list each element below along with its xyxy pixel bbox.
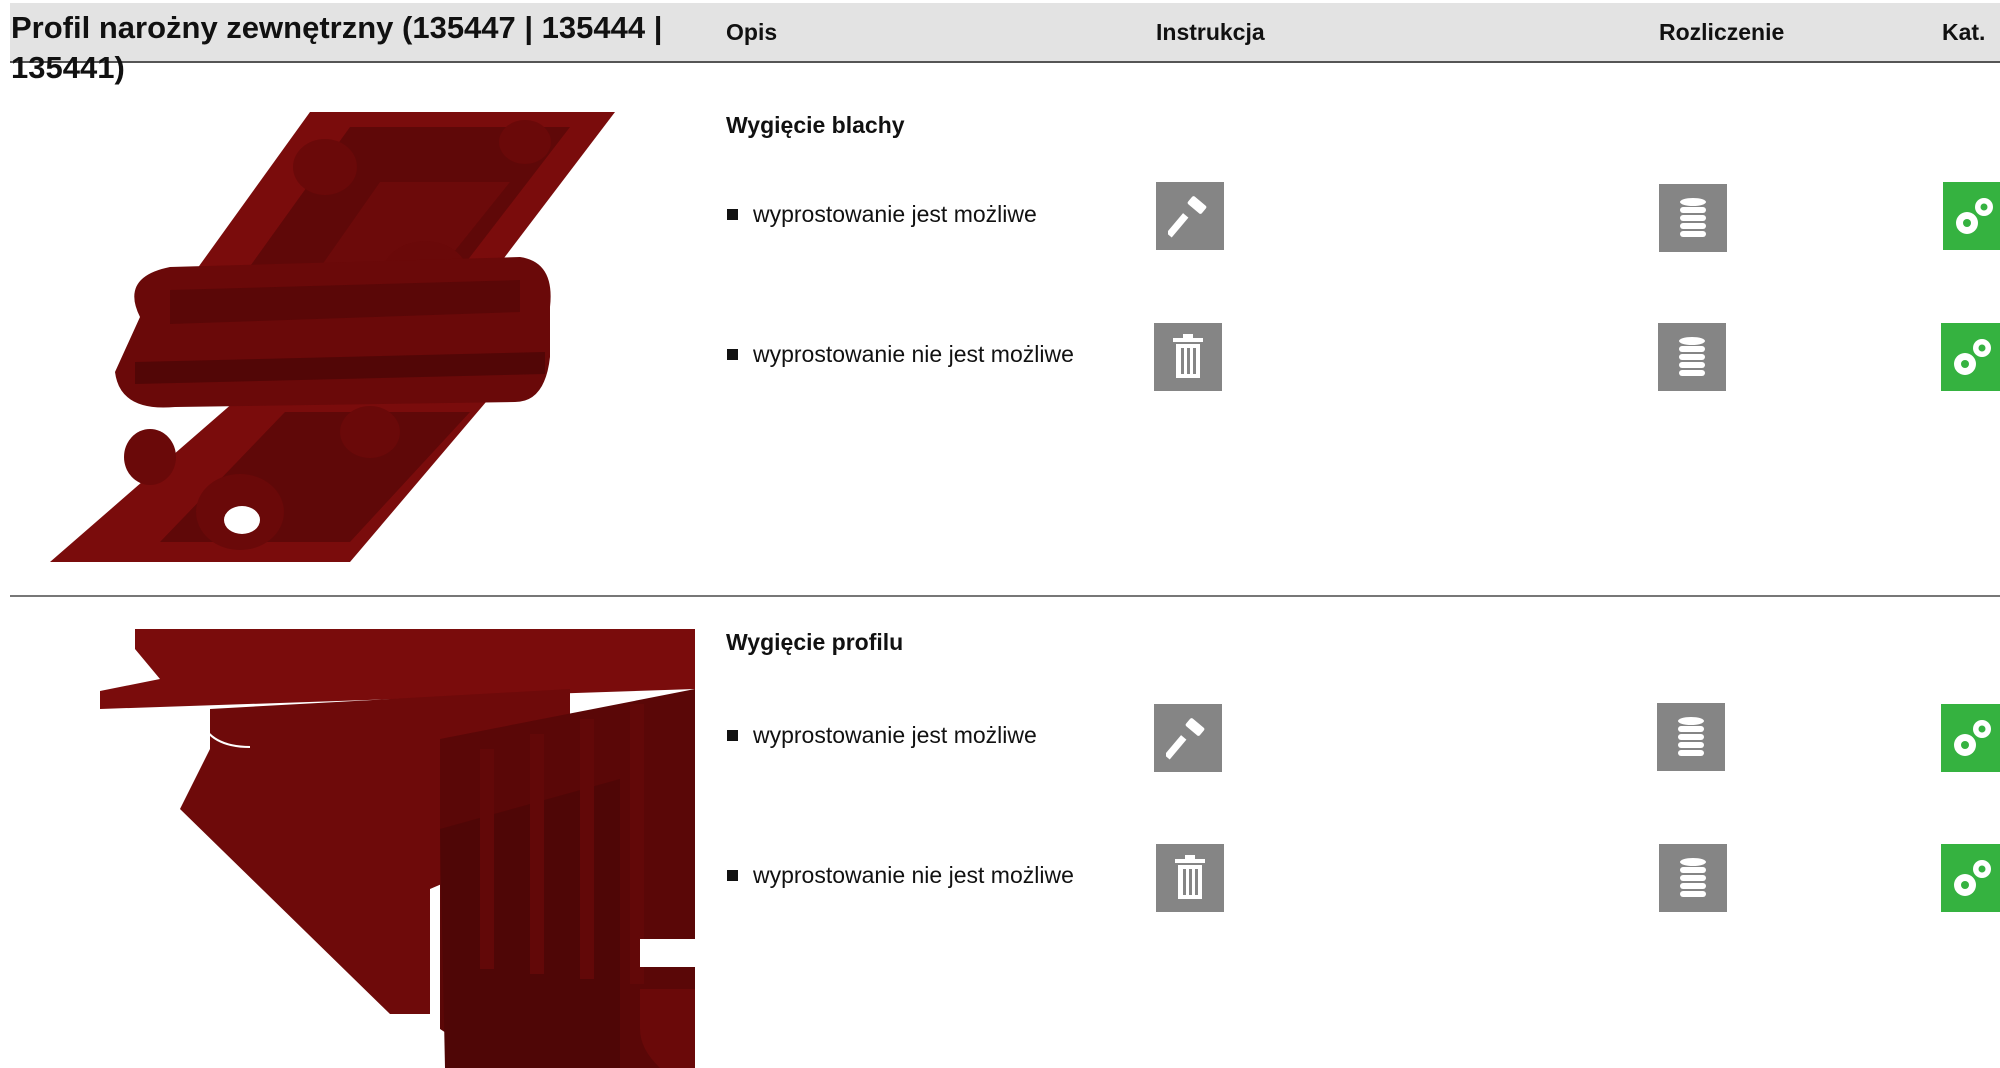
coins-icon[interactable] <box>1657 703 1725 771</box>
bullet <box>727 870 738 881</box>
list-item: wyprostowanie nie jest możliwe <box>0 842 2000 912</box>
trash-icon[interactable] <box>1154 323 1222 391</box>
row-description: wyprostowanie nie jest możliwe <box>753 862 1074 888</box>
gears-icon[interactable] <box>1941 323 2000 391</box>
damage-section-profile-bend: Wygięcie profilu wyprostowanie jest możl… <box>0 597 2000 1068</box>
column-header-rozliczenie: Rozliczenie <box>1659 19 1785 45</box>
column-header-instrukcja: Instrukcja <box>1156 19 1265 45</box>
list-item: wyprostowanie jest możliwe <box>0 181 2000 252</box>
bullet <box>727 730 738 741</box>
group-title: Wygięcie blachy <box>726 112 905 138</box>
gears-icon[interactable] <box>1941 844 2000 912</box>
coins-icon[interactable] <box>1658 323 1726 391</box>
group-title: Wygięcie profilu <box>726 629 904 655</box>
gears-icon[interactable] <box>1943 182 2000 250</box>
column-header-kat: Kat. <box>1942 19 1986 45</box>
list-item: wyprostowanie nie jest możliwe <box>0 321 2000 391</box>
gears-icon[interactable] <box>1941 704 2000 772</box>
coins-icon[interactable] <box>1659 184 1727 252</box>
damage-section-sheet-bend: Wygięcie blachy wyprostowanie jest możli… <box>0 62 2000 596</box>
hammer-icon[interactable] <box>1156 182 1224 250</box>
column-header-opis: Opis <box>726 19 778 45</box>
row-description: wyprostowanie jest możliwe <box>753 722 1037 748</box>
coins-icon[interactable] <box>1659 844 1727 912</box>
hammer-icon[interactable] <box>1154 704 1222 772</box>
table-header: Profil narożny zewnętrzny (135447 | 1354… <box>10 3 2000 85</box>
list-item: wyprostowanie jest możliwe <box>0 702 2000 772</box>
row-description: wyprostowanie nie jest możliwe <box>753 341 1074 367</box>
bullet <box>727 349 738 360</box>
row-description: wyprostowanie jest możliwe <box>753 201 1037 227</box>
bullet <box>727 209 738 220</box>
trash-icon[interactable] <box>1156 844 1224 912</box>
